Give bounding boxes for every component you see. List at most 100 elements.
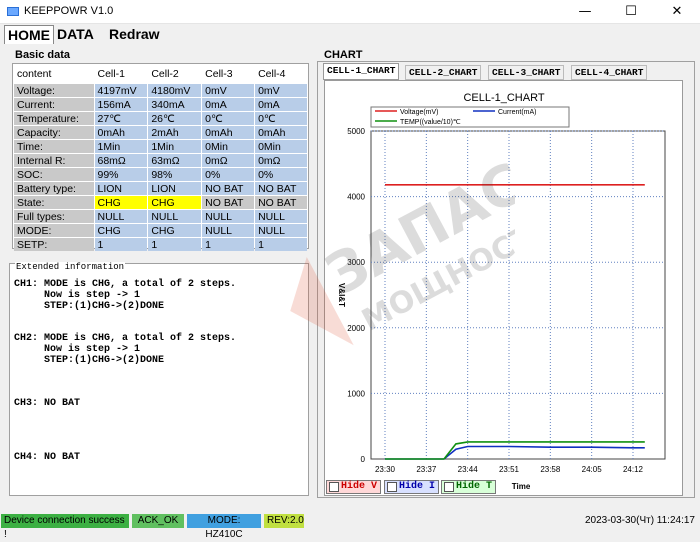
tab-cell-3-chart[interactable]: CELL-3_CHART <box>488 65 565 80</box>
hide-temp-button[interactable]: Hide T <box>441 480 496 494</box>
tab-cell-2-chart[interactable]: CELL-2_CHART <box>405 65 482 80</box>
row-label: Voltage: <box>14 84 94 97</box>
row-label: Current: <box>14 98 94 111</box>
cell-value: CHG <box>148 224 202 237</box>
table-row: Temperature: 27℃ 26℃ 0℃ 0℃ <box>14 112 307 125</box>
table-row: Time: 1Min 1Min 0Min 0Min <box>14 140 307 153</box>
maximize-button[interactable]: ☐ <box>608 0 654 24</box>
x-tick-label: 23:58 <box>540 465 561 474</box>
tab-redraw[interactable]: Redraw <box>106 25 163 44</box>
legend-label: Voltage(mV) <box>400 109 439 116</box>
x-axis-label: Time <box>512 482 531 491</box>
cell-value: 340mA <box>148 98 202 111</box>
datetime-status: 2023-03-30(Чт) 11:24:17 <box>584 515 695 526</box>
cell-value: 1 <box>255 238 307 251</box>
basic-data-title: Basic data <box>15 49 71 61</box>
chart-group-title: CHART <box>324 49 363 61</box>
y-tick-label: 0 <box>361 455 366 464</box>
cell-value: 1 <box>94 238 148 251</box>
close-button[interactable]: ✕ <box>654 0 700 24</box>
cell-value: 0mV <box>255 84 307 97</box>
cell-value: 0mΩ <box>202 154 255 167</box>
cell-value: NULL <box>148 210 202 223</box>
table-row: Voltage: 4197mV 4180mV 0mV 0mV <box>14 84 307 97</box>
cell-value: 0Min <box>255 140 307 153</box>
column-header: Cell-2 <box>148 65 202 83</box>
window-title: KEEPPOWR V1.0 <box>24 5 114 17</box>
row-label: Battery type: <box>14 182 94 195</box>
row-label: Temperature: <box>14 112 94 125</box>
cell-value: NO BAT <box>202 196 255 209</box>
cell-value: 0Min <box>202 140 255 153</box>
table-row: SOC: 99% 98% 0% 0% <box>14 168 307 181</box>
table-header-row: content Cell-1 Cell-2 Cell-3 Cell-4 <box>14 65 307 83</box>
hide-current-button[interactable]: Hide I <box>384 480 439 494</box>
cell-value: NULL <box>202 224 255 237</box>
cell-value: 1 <box>202 238 255 251</box>
cell-value: 0mAh <box>202 126 255 139</box>
extended-info-title: Extended information <box>15 262 126 272</box>
column-header: Cell-3 <box>202 65 255 83</box>
cell-value: 99% <box>94 168 148 181</box>
row-label: MODE: <box>14 224 94 237</box>
legend-label: Current(mA) <box>498 109 537 116</box>
cell-value: 4180mV <box>148 84 202 97</box>
revision-status: REV:2.0 <box>264 514 304 528</box>
cell-value: NULL <box>255 210 307 223</box>
hide-voltage-button[interactable]: Hide V <box>326 480 381 494</box>
cell-value: 98% <box>148 168 202 181</box>
x-tick-label: 24:05 <box>582 465 603 474</box>
cell-value: CHG <box>94 224 148 237</box>
ack-status: ACK_OK <box>132 514 184 528</box>
cell-value: NULL <box>94 210 148 223</box>
row-label: SOC: <box>14 168 94 181</box>
row-label: SETP: <box>14 238 94 251</box>
cell-value: 0mAh <box>94 126 148 139</box>
y-tick-label: 3000 <box>347 258 365 267</box>
tab-cell-4-chart[interactable]: CELL-4_CHART <box>571 65 648 80</box>
cell-value: NO BAT <box>255 196 307 209</box>
cell-1-chart: CELL-1_CHART Voltage(mV) Current(mA) TEMP((… <box>337 92 666 491</box>
cell-value: 27℃ <box>94 112 148 125</box>
hide-current-label: Hide I <box>399 481 436 492</box>
cell-value: 26℃ <box>148 112 202 125</box>
x-tick-label: 23:30 <box>375 465 396 474</box>
row-label: Time: <box>14 140 94 153</box>
cell-value: 156mA <box>94 98 148 111</box>
cell-value: 0mA <box>255 98 307 111</box>
cell-value: 1Min <box>94 140 148 153</box>
cell-value: CHG <box>94 196 148 209</box>
y-tick-label: 2000 <box>347 324 365 333</box>
minimize-button[interactable]: — <box>562 0 608 24</box>
x-tick-label: 23:37 <box>416 465 437 474</box>
cell-value: 0% <box>202 168 255 181</box>
y-axis-label: V&I&T <box>337 283 346 307</box>
checkbox-icon <box>329 482 339 492</box>
row-label: Internal R: <box>14 154 94 167</box>
plot-area <box>370 130 666 460</box>
x-tick-label: 23:51 <box>499 465 520 474</box>
tab-cell-1-chart[interactable]: CELL-1_CHART <box>323 63 400 80</box>
cell-value: CHG <box>148 196 202 209</box>
hide-temp-label: Hide T <box>456 481 493 492</box>
cell-value: 2mAh <box>148 126 202 139</box>
x-tick-label: 23:44 <box>458 465 479 474</box>
table-row: State: CHG CHG NO BAT NO BAT <box>14 196 307 209</box>
mode-status: MODE: HZ410C <box>187 514 261 540</box>
table-row: Battery type: LION LION NO BAT NO BAT <box>14 182 307 195</box>
chart-title: CELL-1_CHART <box>463 92 544 104</box>
battery-app-icon <box>7 7 19 16</box>
row-label: State: <box>14 196 94 209</box>
y-tick-label: 4000 <box>347 193 365 202</box>
cell-value: NULL <box>255 224 307 237</box>
tab-home[interactable]: HOME <box>4 25 54 44</box>
tab-data[interactable]: DATA <box>54 25 97 44</box>
table-row: Current: 156mA 340mA 0mA 0mA <box>14 98 307 111</box>
row-label: Full types: <box>14 210 94 223</box>
cell-value: 0mA <box>202 98 255 111</box>
y-tick-label: 1000 <box>347 389 365 398</box>
connection-status: Device connection success ! <box>1 514 129 540</box>
cell-value: 0℃ <box>202 112 255 125</box>
cell-value: NULL <box>202 210 255 223</box>
cell-value: LION <box>148 182 202 195</box>
